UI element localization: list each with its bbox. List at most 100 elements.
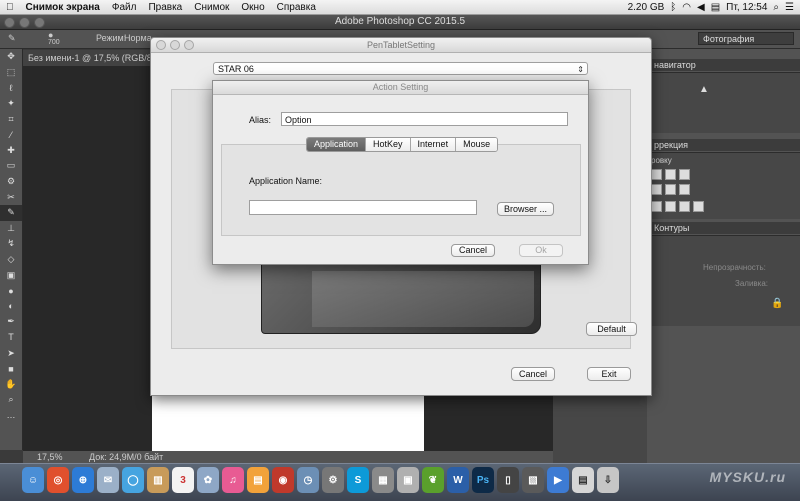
volume-icon[interactable]: ◀ — [697, 2, 705, 13]
tab-mouse[interactable]: Mouse — [456, 138, 498, 151]
navigator-panel-title[interactable]: навигатор — [650, 59, 800, 71]
documents-icon[interactable]: ▤ — [572, 467, 594, 493]
menu-window[interactable]: Окно — [235, 2, 270, 13]
healing-brush-icon[interactable]: ✚ — [0, 143, 22, 159]
tab-internet[interactable]: Internet — [410, 138, 457, 151]
contacts-icon[interactable]: ▥ — [147, 467, 169, 493]
brush-tool-icon[interactable]: ✎ — [8, 33, 16, 44]
pts-cancel-button[interactable]: Cancel — [511, 367, 555, 381]
messages-icon[interactable]: ◯ — [122, 467, 144, 493]
application-name-input[interactable] — [249, 200, 477, 215]
system-prefs-icon[interactable]: ⚙ — [322, 467, 344, 493]
photoshop-icon[interactable]: Ps — [472, 467, 494, 493]
flag-icon[interactable]: ▤ — [711, 2, 720, 13]
exit-button[interactable]: Exit — [587, 367, 631, 381]
hand-tool-icon[interactable]: ✋ — [0, 376, 22, 392]
wifi-icon[interactable]: ◠ — [682, 2, 691, 13]
type-tool-icon[interactable]: T — [0, 330, 22, 346]
blur-icon[interactable]: ● — [0, 283, 22, 299]
gradient-icon[interactable]: ▣ — [0, 267, 22, 283]
tab-application[interactable]: Application — [307, 138, 367, 151]
preview-icon[interactable]: ▣ — [397, 467, 419, 493]
menu-help[interactable]: Справка — [271, 2, 322, 13]
default-button[interactable]: Default — [586, 322, 637, 336]
eraser-icon[interactable]: ◇ — [0, 252, 22, 268]
magic-wand-icon[interactable]: ✦ — [0, 96, 22, 112]
quicktime-icon[interactable]: ▶ — [547, 467, 569, 493]
apple-menu-icon[interactable]:  — [0, 2, 20, 13]
mode-select[interactable]: Норма — [124, 33, 152, 43]
alias-input[interactable]: Option — [281, 112, 568, 126]
history-brush-icon[interactable]: ↯ — [0, 236, 22, 252]
color-balance-icon[interactable] — [651, 184, 662, 195]
curves-icon[interactable] — [679, 169, 690, 180]
workspace-select[interactable]: Фотография — [698, 32, 794, 45]
path-select-icon[interactable]: ➤ — [0, 345, 22, 361]
gradient-map-icon[interactable] — [679, 201, 690, 212]
menu-capture[interactable]: Снимок — [188, 2, 235, 13]
lock-icon[interactable]: 🔒 — [771, 298, 783, 309]
bluetooth-icon[interactable]: ᛒ — [670, 2, 676, 13]
memory-indicator[interactable]: 2.20 GB — [628, 2, 665, 13]
menu-edit[interactable]: Правка — [142, 2, 188, 13]
stamp-tool-icon[interactable]: ⊥ — [0, 221, 22, 237]
move-tool-icon[interactable]: ✥ — [0, 49, 22, 65]
crop-tool-icon[interactable]: ⌗ — [0, 111, 22, 127]
zoom-tool-icon[interactable]: ⌕ — [0, 392, 22, 408]
utility-icon[interactable]: ▦ — [372, 467, 394, 493]
finder-icon[interactable]: ☺ — [22, 467, 44, 493]
pen-tool-icon[interactable]: ✒ — [0, 314, 22, 330]
photo-filter-icon[interactable] — [665, 184, 676, 195]
more-tools-icon[interactable]: … — [0, 408, 22, 424]
mixer-icon[interactable] — [679, 184, 690, 195]
browse-button[interactable]: Browser ... — [497, 202, 554, 216]
ruler-icon[interactable]: ▭ — [0, 158, 22, 174]
app-icon[interactable]: ▧ — [522, 467, 544, 493]
close-icon[interactable] — [4, 17, 15, 28]
launchpad-icon[interactable]: ◎ — [47, 467, 69, 493]
zoom-icon[interactable] — [34, 17, 45, 28]
lasso-tool-icon[interactable]: ℓ — [0, 80, 22, 96]
device-select[interactable]: STAR 06 ⇕ — [213, 62, 588, 75]
invert-icon[interactable] — [651, 201, 662, 212]
brush-tool-icon[interactable]: ✎ — [0, 204, 22, 221]
pts-zoom-icon[interactable] — [184, 40, 194, 50]
tablet-app-icon[interactable]: ▯ — [497, 467, 519, 493]
list-icon[interactable]: ☰ — [785, 2, 794, 13]
ibooks-icon[interactable]: ▤ — [247, 467, 269, 493]
selective-color-icon[interactable] — [693, 201, 704, 212]
photobooth-icon[interactable]: ◉ — [272, 467, 294, 493]
word-icon[interactable]: W — [447, 467, 469, 493]
safari-icon[interactable]: ⊕ — [72, 467, 94, 493]
mail-icon[interactable]: ✉ — [97, 467, 119, 493]
correction-panel-title[interactable]: ррекция — [650, 139, 800, 151]
tab-hotkey[interactable]: HotKey — [366, 138, 411, 151]
threshold-icon[interactable] — [665, 201, 676, 212]
search-icon[interactable]: ⌕ — [773, 2, 779, 13]
patch-tool-icon[interactable]: ⚙ — [0, 174, 22, 190]
document-tab[interactable]: Без имени-1 @ 17,5% (RGB/8) — [23, 50, 151, 66]
doc-info[interactable]: Док: 24,9M/0 байт — [89, 451, 163, 463]
menu-file[interactable]: Файл — [106, 2, 143, 13]
ok-button[interactable]: Ok — [519, 244, 563, 257]
skype-icon[interactable]: S — [347, 467, 369, 493]
downloads-icon[interactable]: ⇩ — [597, 467, 619, 493]
clock[interactable]: Пт, 12:54 — [726, 2, 767, 13]
action-cancel-button[interactable]: Cancel — [451, 244, 495, 257]
time-machine-icon[interactable]: ◷ — [297, 467, 319, 493]
content-move-icon[interactable]: ✂ — [0, 189, 22, 205]
dodge-icon[interactable]: ◐ — [0, 299, 22, 315]
photos-icon[interactable]: ✿ — [197, 467, 219, 493]
minimize-icon[interactable] — [19, 17, 30, 28]
itunes-icon[interactable]: ♫ — [222, 467, 244, 493]
pts-close-icon[interactable] — [156, 40, 166, 50]
eyedropper-icon[interactable]: ⁄ — [0, 127, 22, 143]
shape-tool-icon[interactable]: ■ — [0, 361, 22, 377]
evernote-icon[interactable]: ❦ — [422, 467, 444, 493]
contours-panel-title[interactable]: Контуры — [650, 222, 800, 234]
marquee-tool-icon[interactable]: ⬚ — [0, 65, 22, 81]
calendar-icon[interactable]: 3 — [172, 467, 194, 493]
document-canvas[interactable] — [152, 390, 424, 451]
pts-minimize-icon[interactable] — [170, 40, 180, 50]
levels-icon[interactable] — [665, 169, 676, 180]
